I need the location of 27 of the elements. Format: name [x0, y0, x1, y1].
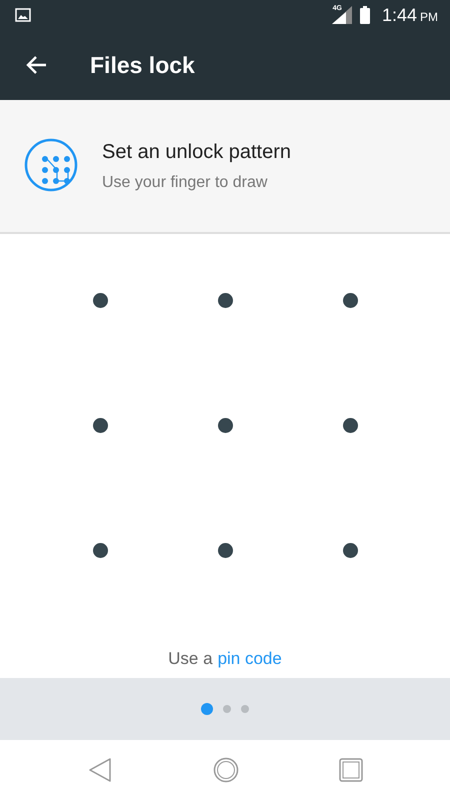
pattern-lock-icon	[24, 138, 78, 192]
pattern-dot[interactable]	[218, 293, 232, 308]
signal-icon	[332, 6, 352, 24]
battery-icon	[360, 6, 370, 24]
pattern-dot[interactable]	[342, 293, 358, 308]
page-indicator-dot[interactable]	[223, 705, 231, 713]
header-title: Set an unlock pattern	[102, 140, 292, 164]
page-indicator-dot[interactable]	[241, 705, 249, 713]
pattern-dot[interactable]	[342, 418, 358, 433]
back-arrow-icon[interactable]	[25, 55, 47, 75]
pattern-dot[interactable]	[218, 418, 232, 433]
page-indicator-dot[interactable]	[201, 703, 213, 715]
screen-title: Files lock	[90, 52, 195, 78]
home-icon[interactable]	[213, 757, 239, 783]
pattern-dot[interactable]	[92, 418, 108, 433]
footer-text: Use a	[168, 648, 213, 668]
header-subtitle: Use your finger to draw	[102, 174, 268, 192]
back-icon[interactable]	[87, 757, 113, 783]
pattern-dot[interactable]	[342, 543, 358, 558]
pattern-dot[interactable]	[92, 543, 108, 558]
pin-code-link[interactable]: pin code	[218, 648, 282, 668]
clock-time: 1:44	[382, 4, 417, 26]
pattern-dot[interactable]	[218, 543, 232, 558]
image-icon	[15, 8, 31, 22]
recent-apps-icon[interactable]	[339, 758, 363, 782]
clock-period: PM	[420, 10, 438, 24]
pattern-dot[interactable]	[92, 293, 108, 308]
